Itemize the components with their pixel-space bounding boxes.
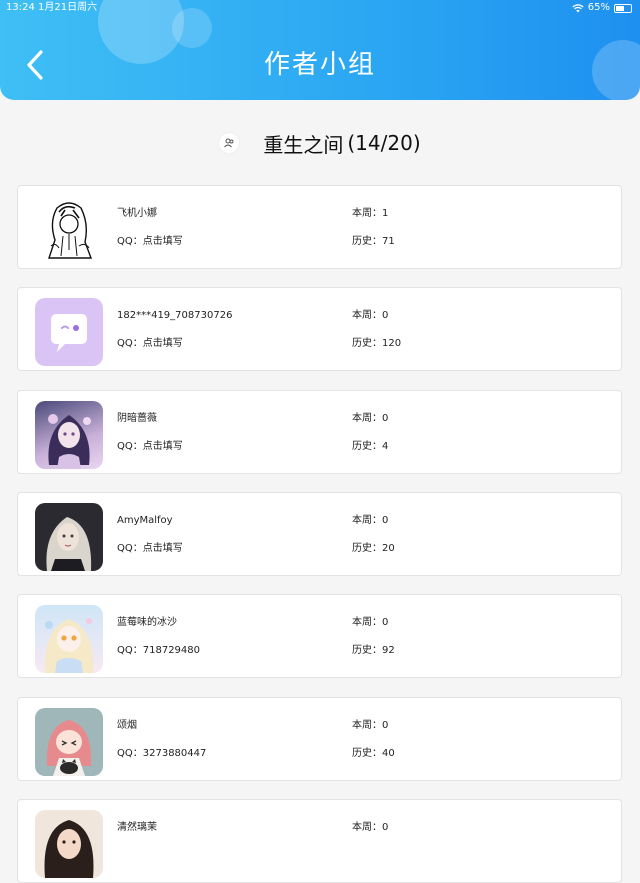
member-card[interactable]: AmyMalfoy QQ：点击填写 本周：0 历史：20: [17, 492, 622, 576]
qq-label: QQ：: [117, 338, 143, 349]
qq-label: QQ：: [117, 748, 143, 759]
default-chat-avatar: [35, 298, 103, 366]
app-header: 13:24 1月21日周六 65% 作者小组: [0, 0, 640, 100]
page-title: 作者小组: [263, 50, 376, 80]
member-card[interactable]: 蓝莓味的冰沙 QQ：718729480 本周：0 历史：92: [17, 594, 622, 678]
qq-label: QQ：: [117, 236, 143, 247]
status-date: 1月21日周六: [38, 2, 98, 13]
history-value: 20: [382, 543, 395, 554]
week-label: 本周：: [352, 822, 382, 833]
member-card[interactable]: 182***419_708730726 QQ：点击填写 本周：0 历史：120: [17, 287, 622, 371]
member-qq[interactable]: QQ：点击填写: [117, 441, 183, 453]
member-week: 本周：0: [352, 413, 388, 425]
member-history: 历史：120: [352, 338, 401, 350]
member-qq[interactable]: QQ：点击填写: [117, 543, 183, 555]
member-card[interactable]: 阴暗蔷薇 QQ：点击填写 本周：0 历史：4: [17, 390, 622, 474]
week-value: 1: [382, 208, 389, 219]
week-value: 0: [382, 720, 389, 731]
history-value: 120: [382, 338, 402, 349]
qq-value: 点击填写: [142, 236, 183, 247]
history-label: 历史：: [352, 543, 382, 554]
member-card[interactable]: 颂烟 QQ：3273880447 本周：0 历史：40: [17, 697, 622, 781]
history-label: 历史：: [352, 645, 382, 656]
qq-value: 3273880447: [142, 748, 207, 759]
member-week: 本周：0: [352, 617, 388, 629]
week-value: 0: [382, 515, 389, 526]
history-value: 71: [382, 236, 395, 247]
week-label: 本周：: [352, 515, 382, 526]
qq-value: 718729480: [142, 645, 201, 656]
member-name: 蓝莓味的冰沙: [117, 617, 177, 628]
history-value: 92: [382, 645, 395, 656]
member-history: 历史：92: [352, 645, 395, 657]
member-name: 飞机小娜: [117, 208, 157, 219]
battery-level: [616, 5, 624, 11]
member-week: 本周：1: [352, 208, 388, 220]
qq-value: 点击填写: [142, 441, 183, 452]
battery-icon: [614, 3, 632, 13]
member-name: AmyMalfoy: [117, 515, 173, 526]
week-label: 本周：: [352, 720, 382, 731]
blonde-girl-avatar: [35, 503, 103, 571]
week-value: 0: [382, 822, 389, 833]
qq-value: 点击填写: [142, 543, 183, 554]
history-label: 历史：: [352, 338, 382, 349]
member-history: 历史：40: [352, 748, 395, 760]
qq-label: QQ：: [117, 645, 143, 656]
member-name: 阴暗蔷薇: [117, 413, 157, 424]
sketch-girl-avatar: [35, 196, 103, 264]
member-name: 颂烟: [117, 720, 137, 731]
battery-percent: 65%: [587, 2, 610, 13]
week-value: 0: [382, 310, 389, 321]
status-bar: 13:24 1月21日周六 65%: [0, 0, 640, 16]
member-history: 历史：20: [352, 543, 395, 555]
week-label: 本周：: [352, 413, 382, 424]
week-value: 0: [382, 413, 389, 424]
group-name: 重生之间: [263, 132, 344, 157]
history-value: 40: [382, 748, 395, 759]
week-label: 本周：: [352, 310, 382, 321]
week-value: 0: [382, 617, 389, 628]
member-qq[interactable]: QQ：718729480: [117, 645, 200, 657]
member-week: 本周：0: [352, 720, 388, 732]
group-icon: [219, 133, 240, 153]
history-label: 历史：: [352, 441, 382, 452]
member-history: 历史：4: [352, 441, 388, 453]
member-qq[interactable]: QQ：点击填写: [117, 338, 183, 350]
anime-purple-girl-avatar: [35, 401, 103, 469]
status-time: 13:24: [6, 2, 35, 13]
member-week: 本周：0: [352, 310, 388, 322]
qq-label: QQ：: [117, 543, 143, 554]
pink-hair-girl-cat-avatar: [35, 708, 103, 776]
member-qq[interactable]: QQ：点击填写: [117, 236, 183, 248]
wifi-icon: [572, 3, 584, 12]
week-label: 本周：: [352, 208, 382, 219]
group-heading: 重生之间 (14/20): [0, 126, 640, 160]
member-week: 本周：0: [352, 515, 388, 527]
pastel-anime-avatar: [35, 605, 103, 673]
member-history: 历史：71: [352, 236, 395, 248]
member-card[interactable]: 清然璃茉 本周：0: [17, 799, 622, 883]
qq-label: QQ：: [117, 441, 143, 452]
member-qq[interactable]: QQ：3273880447: [117, 748, 206, 760]
week-label: 本周：: [352, 617, 382, 628]
qq-value: 点击填写: [142, 338, 183, 349]
member-card[interactable]: 飞机小娜 QQ：点击填写 本周：1 历史：71: [17, 185, 622, 269]
member-name: 清然璃茉: [117, 822, 157, 833]
member-week: 本周：0: [352, 822, 388, 834]
group-count: (14/20): [347, 131, 421, 155]
member-name: 182***419_708730726: [117, 310, 233, 321]
history-label: 历史：: [352, 748, 382, 759]
status-right: 65%: [572, 0, 632, 16]
dark-hair-girl-avatar: [35, 810, 103, 878]
history-label: 历史：: [352, 236, 382, 247]
history-value: 4: [382, 441, 389, 452]
